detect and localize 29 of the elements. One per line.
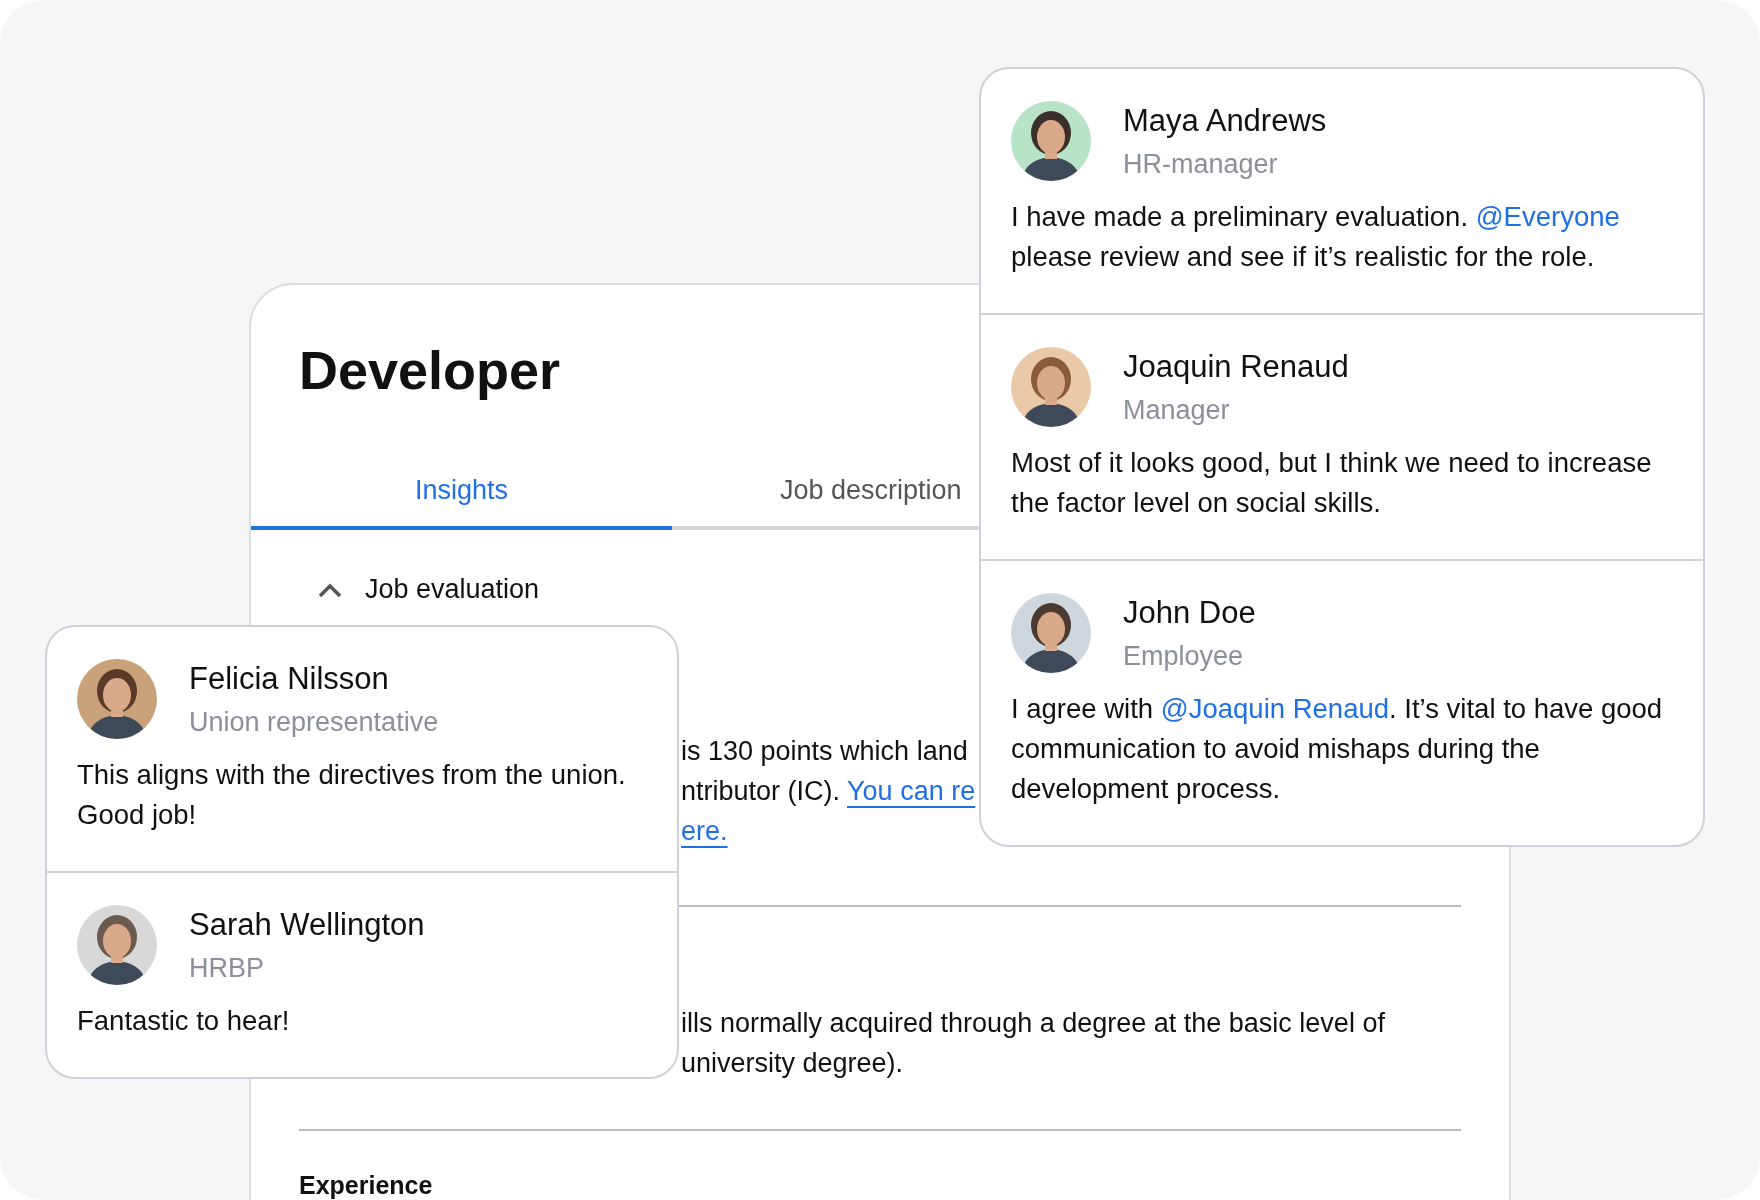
comment-text: Most of it looks good, but I think we need to increase the factor level on social skills. bbox=[1011, 446, 1653, 520]
commenter-name: Maya Andrews bbox=[1123, 103, 1327, 139]
section-title: Experience bbox=[299, 1171, 433, 1200]
commenter-name: Felicia Nilsson bbox=[189, 661, 390, 697]
commenter-role: HR-manager bbox=[1123, 148, 1279, 181]
paragraph-text: university degree). bbox=[681, 1047, 904, 1080]
comment-text: I have made a preliminary evaluation. @Everyone please review and see if it’s realistic for the role. bbox=[1011, 200, 1621, 274]
job-title: Developer bbox=[299, 339, 561, 402]
link[interactable]: You can re bbox=[847, 776, 976, 806]
commenter-name: John Doe bbox=[1123, 595, 1256, 631]
paragraph-text: is 130 points which land bbox=[681, 735, 968, 768]
commenter-role: Union representative bbox=[189, 706, 439, 739]
tab[interactable]: Insights bbox=[251, 475, 672, 530]
tab[interactable]: Job description bbox=[672, 475, 972, 530]
section-title: Job evaluation bbox=[365, 574, 540, 605]
caret-icon[interactable] bbox=[317, 581, 343, 598]
commenter-name: Sarah Wellington bbox=[189, 907, 425, 943]
commenter-role: Employee bbox=[1123, 640, 1245, 673]
commenter-role: HRBP bbox=[189, 952, 265, 985]
comment-text: This aligns with the directives from the union. Good job! bbox=[77, 758, 627, 832]
link[interactable]: ere. bbox=[681, 816, 728, 846]
mention-link[interactable]: @Joaquin Renaud bbox=[1160, 693, 1390, 724]
comment-text: Fantastic to hear! bbox=[77, 1004, 291, 1038]
comment-text: I agree with @Joaquin Renaud. It’s vital to have good communication to avoid mishaps during the development process. bbox=[1011, 692, 1664, 806]
paragraph-text: ntributor (IC). You can re bbox=[681, 775, 976, 808]
mention-link[interactable]: @Everyone bbox=[1475, 201, 1620, 232]
commenter-name: Joaquin Renaud bbox=[1123, 349, 1349, 385]
paragraph-text: ills normally acquired through a degree at the basic level of bbox=[681, 1007, 1385, 1040]
commenter-role: Manager bbox=[1123, 394, 1231, 427]
